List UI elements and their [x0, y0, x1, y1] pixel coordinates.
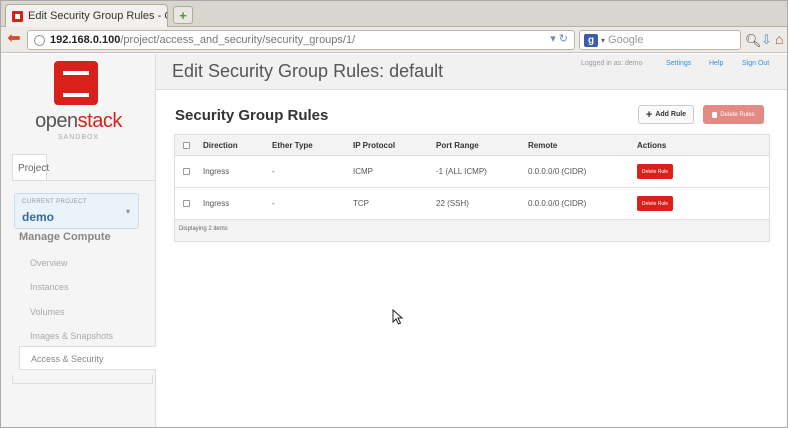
cell-port-range: -1 (ALL ICMP)	[436, 167, 487, 176]
page-header: Edit Security Group Rules: default Logge…	[156, 54, 787, 90]
browser-tab[interactable]: Edit Security Group Rules - Op...	[5, 4, 168, 27]
help-link[interactable]: Help	[709, 60, 723, 67]
nav-section-title: Manage Compute	[19, 231, 111, 243]
column-header-actions: Actions	[637, 140, 667, 150]
search-icon[interactable]: 🔍︎	[745, 33, 762, 49]
browser-window: Edit Security Group Rules - Op... + ⬅ 19…	[0, 0, 788, 428]
column-header-ether-type[interactable]: Ether Type	[272, 135, 313, 155]
tab-title: Edit Security Group Rules - Op...	[28, 10, 167, 22]
logo-text: openstack	[35, 110, 122, 132]
table-row: Ingress - ICMP -1 (ALL ICMP) 0.0.0.0/0 (…	[175, 156, 769, 188]
cell-actions: Delete Rule	[637, 156, 673, 187]
section-title: Security Group Rules	[175, 107, 329, 124]
search-placeholder: Google	[608, 34, 644, 46]
cell-ether-type: -	[272, 167, 275, 176]
chevron-down-icon: ▾	[125, 207, 130, 216]
delete-rules-label: Delete Rules	[720, 111, 755, 118]
mouse-cursor-icon	[392, 309, 404, 325]
sidebar-bottom-border	[12, 375, 153, 384]
cell-ether-type: -	[272, 199, 275, 208]
item-count: Displaying 2 items	[179, 226, 228, 232]
search-input[interactable]: g ▾ Google	[579, 30, 741, 50]
project-selector[interactable]: CURRENT PROJECT demo ▾	[14, 193, 139, 229]
tab-bar: Edit Security Group Rules - Op... +	[1, 1, 787, 27]
cell-direction: Ingress	[203, 199, 230, 208]
new-tab-button[interactable]: +	[173, 6, 193, 24]
back-arrow-icon[interactable]: ⬅	[5, 30, 23, 48]
url-host: 192.168.0.100	[50, 34, 121, 46]
navigation-bar: ⬅ 192.168.0.100 /project/access_and_secu…	[1, 27, 787, 53]
table-row: Ingress - TCP 22 (SSH) 0.0.0.0/0 (CIDR) …	[175, 188, 769, 220]
add-rule-label: Add Rule	[655, 111, 687, 118]
column-header-remote[interactable]: Remote	[528, 135, 557, 155]
cell-actions: Delete Rule	[637, 188, 673, 219]
column-header-direction[interactable]: Direction	[203, 135, 238, 155]
reload-icon[interactable]: ▾ ↻	[550, 32, 568, 45]
logo-subtitle: SANDBOX	[57, 134, 100, 141]
openstack-favicon-icon	[12, 10, 23, 22]
search-engine-caret-icon[interactable]: ▾	[601, 36, 605, 45]
cell-ip-protocol: ICMP	[353, 167, 373, 176]
cell-remote: 0.0.0.0/0 (CIDR)	[528, 199, 587, 208]
rules-table: Direction Ether Type IP Protocol Port Ra…	[174, 134, 770, 242]
delete-rule-button[interactable]: Delete Rule	[637, 164, 673, 179]
column-header-ip-protocol[interactable]: IP Protocol	[353, 135, 395, 155]
cell-port-range: 22 (SSH)	[436, 199, 469, 208]
globe-icon	[34, 34, 45, 46]
plus-icon: +	[645, 108, 653, 121]
row-checkbox[interactable]	[183, 156, 190, 187]
url-bar[interactable]: 192.168.0.100 /project/access_and_securi…	[27, 30, 575, 50]
sidebar-item-access-security[interactable]: Access & Security	[19, 346, 156, 370]
download-icon[interactable]: ⇩	[761, 32, 772, 48]
cell-direction: Ingress	[203, 167, 230, 176]
sidebar-item-instances[interactable]: Instances	[30, 282, 69, 292]
url-path: /project/access_and_security/security_gr…	[120, 34, 356, 46]
current-project-label: CURRENT PROJECT	[22, 199, 87, 205]
table-header: Direction Ether Type IP Protocol Port Ra…	[175, 135, 769, 156]
tab-divider	[12, 180, 156, 181]
table-footer: Displaying 2 items	[175, 220, 769, 241]
add-rule-button[interactable]: + Add Rule	[638, 105, 694, 124]
settings-link[interactable]: Settings	[666, 60, 691, 67]
sidebar: openstack SANDBOX Project CURRENT PROJEC…	[1, 54, 156, 427]
sidebar-item-images-snapshots[interactable]: Images & Snapshots	[30, 331, 113, 341]
google-icon: g	[584, 33, 598, 47]
delete-rule-button[interactable]: Delete Rule	[637, 196, 673, 211]
openstack-logo-icon[interactable]	[54, 61, 98, 105]
cell-ip-protocol: TCP	[353, 199, 369, 208]
sidebar-item-overview[interactable]: Overview	[30, 258, 68, 268]
column-header-port-range[interactable]: Port Range	[436, 135, 479, 155]
current-project-value: demo	[22, 210, 55, 224]
sign-out-link[interactable]: Sign Out	[742, 60, 769, 67]
row-checkbox[interactable]	[183, 188, 190, 219]
page-title: Edit Security Group Rules: default	[172, 61, 444, 81]
delete-rules-button[interactable]: Delete Rules	[703, 105, 764, 124]
cell-remote: 0.0.0.0/0 (CIDR)	[528, 167, 587, 176]
select-all-checkbox[interactable]	[183, 135, 190, 155]
tab-project[interactable]: Project	[12, 154, 49, 181]
sidebar-item-volumes[interactable]: Volumes	[30, 307, 65, 317]
trash-icon	[712, 111, 718, 118]
main-content: Edit Security Group Rules: default Logge…	[156, 54, 787, 427]
logged-in-text: Logged in as: demo	[581, 60, 643, 67]
home-icon[interactable]: ⌂	[775, 31, 783, 47]
